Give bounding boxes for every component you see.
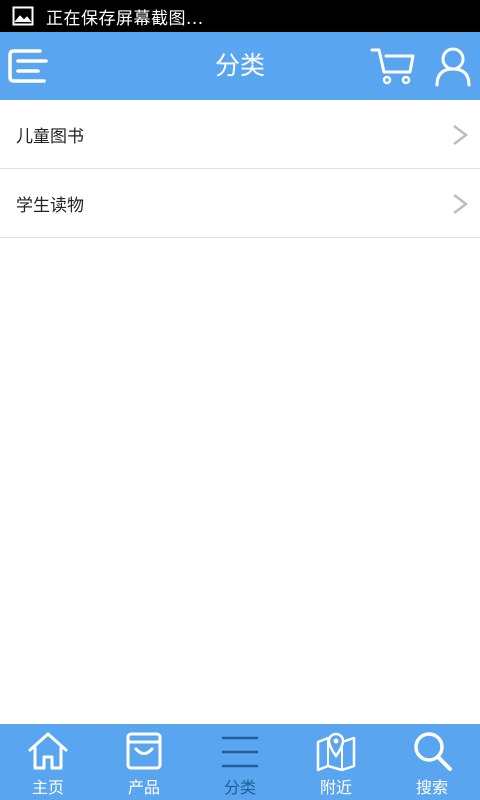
category-label: 儿童图书 (16, 126, 84, 147)
tab-label: 搜索 (415, 778, 448, 797)
category-list: 儿童图书 学生读物 (0, 100, 480, 238)
status-text: 正在保存屏幕截图... (46, 8, 204, 29)
bottom-tab-bar: 主页 产品 分类 附近 搜索 (0, 724, 480, 800)
tab-home[interactable]: 主页 (0, 724, 96, 800)
tab-label: 产品 (127, 778, 160, 797)
home-icon (28, 732, 68, 770)
tab-label: 附近 (319, 778, 352, 797)
cart-button[interactable] (370, 46, 416, 86)
top-header: 分类 (0, 32, 480, 100)
category-label: 学生读物 (16, 195, 84, 216)
tab-label: 主页 (31, 778, 64, 797)
chevron-right-icon (453, 125, 469, 145)
search-icon (414, 732, 452, 771)
tab-search[interactable]: 搜索 (384, 724, 480, 800)
tab-category[interactable]: 分类 (192, 724, 288, 800)
user-icon (435, 47, 471, 87)
chevron-right-icon (453, 194, 469, 214)
status-bar: 正在保存屏幕截图... (0, 0, 480, 32)
category-item-student-reading[interactable]: 学生读物 (0, 169, 480, 238)
tab-nearby[interactable]: 附近 (288, 724, 384, 800)
category-lines-icon (222, 736, 258, 768)
screenshot-image-icon (12, 5, 34, 27)
user-button[interactable] (434, 45, 472, 87)
cart-icon (370, 48, 415, 85)
tab-products[interactable]: 产品 (96, 724, 192, 800)
map-pin-icon (316, 732, 356, 772)
shopping-bag-icon (126, 732, 162, 770)
tab-label: 分类 (223, 778, 256, 797)
category-item-children-books[interactable]: 儿童图书 (0, 100, 480, 169)
